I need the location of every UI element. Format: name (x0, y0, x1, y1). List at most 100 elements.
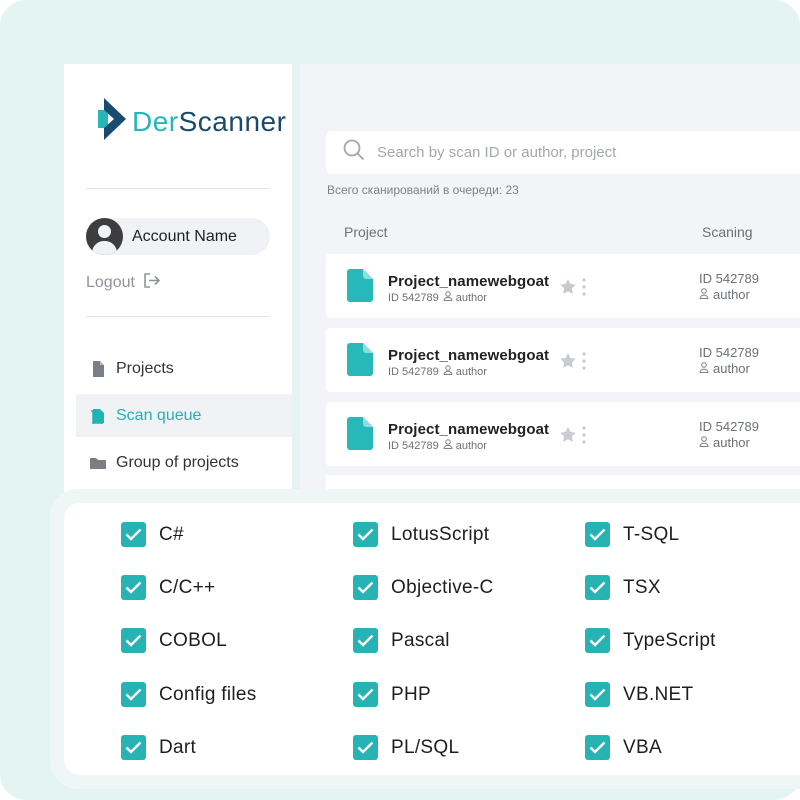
checkbox-checked-icon[interactable] (121, 628, 146, 653)
user-icon (699, 361, 713, 376)
checkbox-checked-icon[interactable] (121, 735, 146, 760)
language-label: C/C++ (159, 576, 216, 598)
sidebar-item-label: Projects (116, 359, 174, 377)
user-icon (699, 287, 713, 302)
language-checkbox-objective-c[interactable]: Objective-C (353, 575, 494, 600)
file-icon (347, 269, 373, 307)
sidebar-item-group-of-projects[interactable]: Group of projects (76, 441, 292, 484)
project-name[interactable]: Project_namewebgoat (388, 421, 549, 438)
project-meta: ID 542789 author (388, 439, 487, 452)
language-label: VB.NET (623, 683, 694, 705)
checkbox-checked-icon[interactable] (353, 735, 378, 760)
logout-label: Logout (86, 274, 135, 291)
scan-author: author (699, 361, 750, 376)
language-label: C# (159, 523, 184, 545)
folder-icon (90, 455, 106, 471)
languages-card: C# C/C++ COBOL Config files Dart LotusSc… (64, 503, 800, 775)
project-name[interactable]: Project_namewebgoat (388, 347, 549, 364)
checkbox-checked-icon[interactable] (353, 628, 378, 653)
table-row[interactable]: Project_namewebgoat ID 542789 author ID … (326, 328, 800, 392)
star-icon[interactable] (560, 279, 576, 299)
checkbox-checked-icon[interactable] (585, 522, 610, 547)
language-checkbox-typescript[interactable]: TypeScript (585, 628, 716, 653)
logo-mark-icon (98, 98, 126, 145)
language-checkbox-config-files[interactable]: Config files (121, 682, 257, 707)
language-label: COBOL (159, 629, 228, 651)
language-checkbox-t-sql[interactable]: T-SQL (585, 522, 679, 547)
language-label: TSX (623, 576, 661, 598)
language-label: TypeScript (623, 629, 716, 651)
language-checkbox-vba[interactable]: VBA (585, 735, 662, 760)
project-author: author (455, 365, 487, 378)
sidebar-item-scan-queue[interactable]: Scan queue (76, 394, 292, 437)
checkbox-checked-icon[interactable] (353, 682, 378, 707)
queue-count: Всего сканирований в очереди: 23 (327, 183, 519, 197)
search-input[interactable] (377, 144, 797, 161)
language-checkbox-dart[interactable]: Dart (121, 735, 196, 760)
language-label: LotusScript (391, 523, 490, 545)
checkbox-checked-icon[interactable] (121, 522, 146, 547)
column-header-scanning[interactable]: Scaning (702, 224, 753, 240)
language-checkbox-c-cpp[interactable]: C/C++ (121, 575, 215, 600)
user-icon (443, 365, 453, 378)
file-icon (347, 343, 373, 381)
language-checkbox-pascal[interactable]: Pascal (353, 628, 450, 653)
project-id: ID 542789 (388, 291, 439, 304)
table-row[interactable]: Project_namewebgoat ID 542789 author ID … (326, 402, 800, 466)
file-icon (90, 360, 106, 377)
language-checkbox-csharp[interactable]: C# (121, 522, 184, 547)
language-label: Config files (159, 683, 257, 705)
checkbox-checked-icon[interactable] (585, 735, 610, 760)
checkbox-checked-icon[interactable] (585, 575, 610, 600)
language-label: PHP (391, 683, 431, 705)
language-checkbox-vb-net[interactable]: VB.NET (585, 682, 693, 707)
divider (86, 188, 270, 189)
checkbox-checked-icon[interactable] (585, 628, 610, 653)
scan-id: ID 542789 (699, 419, 759, 434)
project-author: author (455, 291, 487, 304)
language-label: T-SQL (623, 523, 680, 545)
language-label: Dart (159, 736, 197, 758)
project-id: ID 542789 (388, 365, 439, 378)
project-meta: ID 542789 author (388, 365, 487, 378)
sidebar-item-projects[interactable]: Projects (76, 347, 292, 390)
main-panel: Всего сканирований в очереди: 23 Project… (300, 64, 800, 504)
star-icon[interactable] (560, 427, 576, 447)
checkbox-checked-icon[interactable] (121, 682, 146, 707)
language-label: PL/SQL (391, 736, 460, 758)
checkbox-checked-icon[interactable] (353, 575, 378, 600)
language-label: Pascal (391, 629, 450, 651)
project-name[interactable]: Project_namewebgoat (388, 273, 549, 290)
user-icon (699, 435, 713, 450)
checkbox-checked-icon[interactable] (353, 522, 378, 547)
scan-id: ID 542789 (699, 271, 759, 286)
more-icon[interactable] (582, 352, 586, 375)
star-icon[interactable] (560, 353, 576, 373)
more-icon[interactable] (582, 278, 586, 301)
language-checkbox-php[interactable]: PHP (353, 682, 431, 707)
table-row[interactable]: Project_namewebgoat ID 542789 author ID … (326, 254, 800, 318)
scan-id: ID 542789 (699, 345, 759, 360)
scan-queue-icon (90, 408, 106, 425)
more-icon[interactable] (582, 426, 586, 449)
checkbox-checked-icon[interactable] (121, 575, 146, 600)
logo-text: DerScanner (132, 105, 287, 137)
project-id: ID 542789 (388, 439, 439, 452)
checkbox-checked-icon[interactable] (585, 682, 610, 707)
account-chip[interactable]: Account Name (86, 218, 270, 255)
user-icon (443, 291, 453, 304)
project-meta: ID 542789 author (388, 291, 487, 304)
language-checkbox-cobol[interactable]: COBOL (121, 628, 227, 653)
logo[interactable]: DerScanner (98, 98, 286, 145)
language-checkbox-lotusscript[interactable]: LotusScript (353, 522, 489, 547)
language-checkbox-tsx[interactable]: TSX (585, 575, 661, 600)
logout-link[interactable]: Logout (86, 272, 161, 294)
language-checkbox-pl-sql[interactable]: PL/SQL (353, 735, 459, 760)
file-icon (347, 417, 373, 455)
scan-author: author (699, 287, 750, 302)
column-header-project[interactable]: Project (344, 224, 388, 240)
search-bar[interactable] (326, 131, 800, 174)
divider (86, 316, 270, 317)
sidebar-item-label: Group of projects (116, 453, 239, 471)
sidebar: DerScanner Account Name Logout Projects … (64, 64, 292, 504)
